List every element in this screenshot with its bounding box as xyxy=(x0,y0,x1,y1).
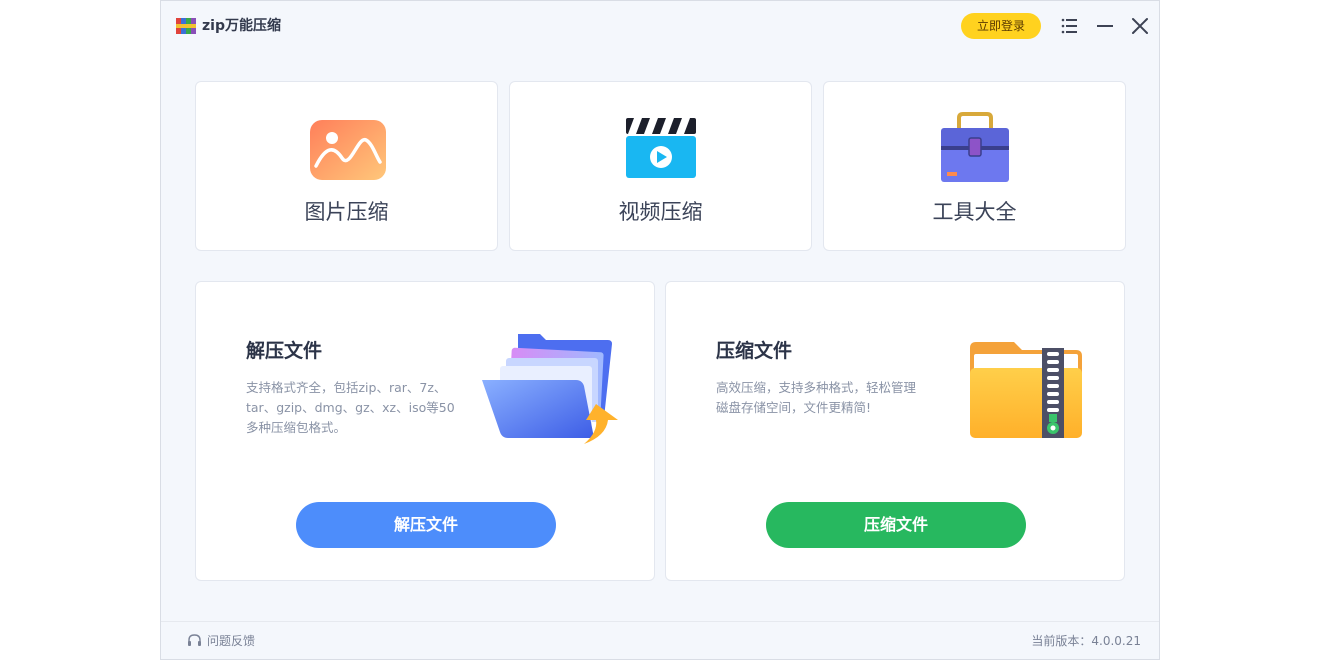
app-title: zip万能压缩 xyxy=(202,18,281,34)
toolbox-icon xyxy=(940,112,1009,182)
image-icon xyxy=(309,120,386,180)
tile-toolbox[interactable]: 工具大全 xyxy=(823,81,1126,251)
decompress-button[interactable]: 解压文件 xyxy=(296,502,556,548)
video-icon xyxy=(625,118,696,178)
tile-image-compress[interactable]: 图片压缩 xyxy=(195,81,498,251)
folder-open-icon xyxy=(482,334,618,444)
app-window: zip万能压缩 立即登录 图片压缩 视频压缩 工具大全 解压文件 支持格式齐全，… xyxy=(160,0,1160,660)
decompress-description: 支持格式齐全，包括zip、rar、7z、tar、gzip、dmg、gz、xz、i… xyxy=(246,380,455,435)
title-bar: zip万能压缩 立即登录 xyxy=(161,1,1159,51)
compress-description: 高效压缩，支持多种格式，轻松管理磁盘存储空间，文件更精简! xyxy=(716,380,917,415)
app-logo-icon xyxy=(176,18,196,34)
compress-card: 压缩文件 高效压缩，支持多种格式，轻松管理磁盘存储空间，文件更精简! 压缩文件 xyxy=(665,281,1125,581)
headset-icon xyxy=(188,634,201,646)
tile-label: 图片压缩 xyxy=(304,200,389,224)
compress-button[interactable]: 压缩文件 xyxy=(766,502,1026,548)
minimize-icon[interactable] xyxy=(1094,15,1116,37)
feedback-link[interactable]: 问题反馈 xyxy=(187,631,255,651)
menu-icon[interactable] xyxy=(1059,15,1081,37)
login-button[interactable]: 立即登录 xyxy=(961,13,1041,39)
zip-folder-icon xyxy=(970,342,1082,438)
feedback-label[interactable]: 问题反馈 xyxy=(207,634,255,648)
decompress-card: 解压文件 支持格式齐全，包括zip、rar、7z、tar、gzip、dmg、gz… xyxy=(195,281,655,581)
tile-label: 视频压缩 xyxy=(618,200,703,224)
tile-label: 工具大全 xyxy=(932,200,1017,224)
tile-video-compress[interactable]: 视频压缩 xyxy=(509,81,812,251)
compress-title: 压缩文件 xyxy=(716,340,793,362)
version-label: 当前版本：4.0.0.21 xyxy=(1031,634,1141,648)
decompress-title: 解压文件 xyxy=(246,340,323,362)
status-bar: 问题反馈 当前版本：4.0.0.21 xyxy=(161,621,1159,660)
close-icon[interactable] xyxy=(1129,15,1151,37)
